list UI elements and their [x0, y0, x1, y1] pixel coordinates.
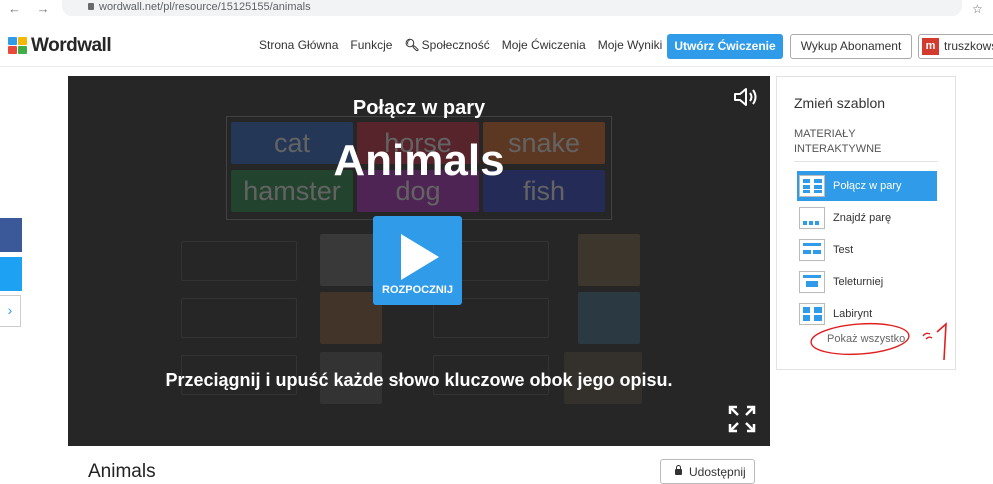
template-label: Połącz w pary	[833, 180, 902, 192]
bookmark-star-icon[interactable]: ☆	[972, 2, 983, 16]
more-share-chevron-icon[interactable]: ›	[0, 295, 21, 327]
template-find-match[interactable]: Znajdź parę	[797, 203, 937, 233]
template-label: Teleturniej	[833, 276, 884, 288]
top-navigation: Wordwall Strona Główna Funkcje 🔍︎ Społecz…	[0, 26, 993, 67]
search-icon: 🔍︎	[404, 38, 420, 52]
avatar: m	[922, 38, 939, 55]
match-up-icon	[799, 175, 825, 197]
address-url[interactable]: wordwall.net/pl/resource/15125155/animal…	[99, 1, 311, 13]
game-show-icon	[799, 271, 825, 293]
nav-my-results[interactable]: Moje Wyniki	[598, 38, 663, 52]
change-template-heading: Zmień szablon	[794, 95, 886, 111]
logo-text: Wordwall	[31, 35, 112, 56]
nav-home[interactable]: Strona Główna	[259, 38, 338, 52]
share-button[interactable]: Udostępnij	[660, 459, 755, 484]
facebook-share-tab[interactable]	[0, 218, 22, 252]
browser-url-bar: ← → ↻ wordwall.net/pl/resource/15125155/…	[0, 0, 993, 22]
preview-animal-image	[578, 292, 640, 344]
create-activity-button[interactable]: Utwórz Ćwiczenie	[667, 34, 783, 59]
nav-features[interactable]: Funkcje	[350, 38, 392, 52]
user-name: truszkows	[944, 39, 993, 53]
game-instruction: Przeciągnij i upuść każde słowo kluczowe…	[165, 370, 673, 390]
preview-animal-image	[578, 234, 640, 286]
start-play-button[interactable]: ROZPOCZNIJ	[373, 216, 462, 305]
game-player[interactable]: cat horse snake hamster dog fish Połącz …	[68, 76, 770, 446]
find-match-icon	[799, 207, 825, 229]
lock-icon	[88, 3, 94, 10]
preview-answer-slot	[181, 298, 297, 338]
section-label: MATERIAŁY INTERAKTYWNE	[794, 128, 882, 155]
resource-title: Animals	[88, 461, 156, 482]
template-label: Znajdź parę	[833, 212, 892, 224]
activity-title: Animals	[333, 136, 505, 185]
lock-icon	[675, 465, 682, 475]
subscribe-button[interactable]: Wykup Abonament	[790, 34, 912, 59]
template-label: Test	[833, 244, 854, 256]
start-label: ROZPOCZNIJ	[382, 284, 453, 296]
twitter-share-tab[interactable]	[0, 257, 22, 291]
logo-icon	[8, 37, 28, 55]
template-match-up[interactable]: Połącz w pary	[797, 171, 937, 201]
play-icon	[401, 234, 439, 280]
speaker-icon[interactable]	[733, 87, 759, 107]
nav-community[interactable]: 🔍︎ Społeczność	[404, 38, 489, 52]
template-quiz[interactable]: Test	[797, 235, 937, 265]
template-game-show[interactable]: Teleturniej	[797, 267, 937, 297]
quiz-icon	[799, 239, 825, 261]
nav-my-activities[interactable]: Moje Ćwiczenia	[502, 38, 586, 52]
share-label: Udostępnij	[689, 465, 746, 479]
divider	[794, 161, 938, 162]
fullscreen-icon[interactable]	[727, 404, 757, 434]
template-name-label: Połącz w pary	[352, 97, 486, 119]
user-menu[interactable]: m truszkows	[918, 34, 993, 59]
wordwall-logo[interactable]: Wordwall	[8, 35, 112, 57]
handdrawn-annotation	[810, 322, 947, 361]
preview-answer-slot	[181, 241, 297, 281]
nav-links: Strona Główna Funkcje 🔍︎ Społeczność Moje…	[259, 38, 674, 52]
